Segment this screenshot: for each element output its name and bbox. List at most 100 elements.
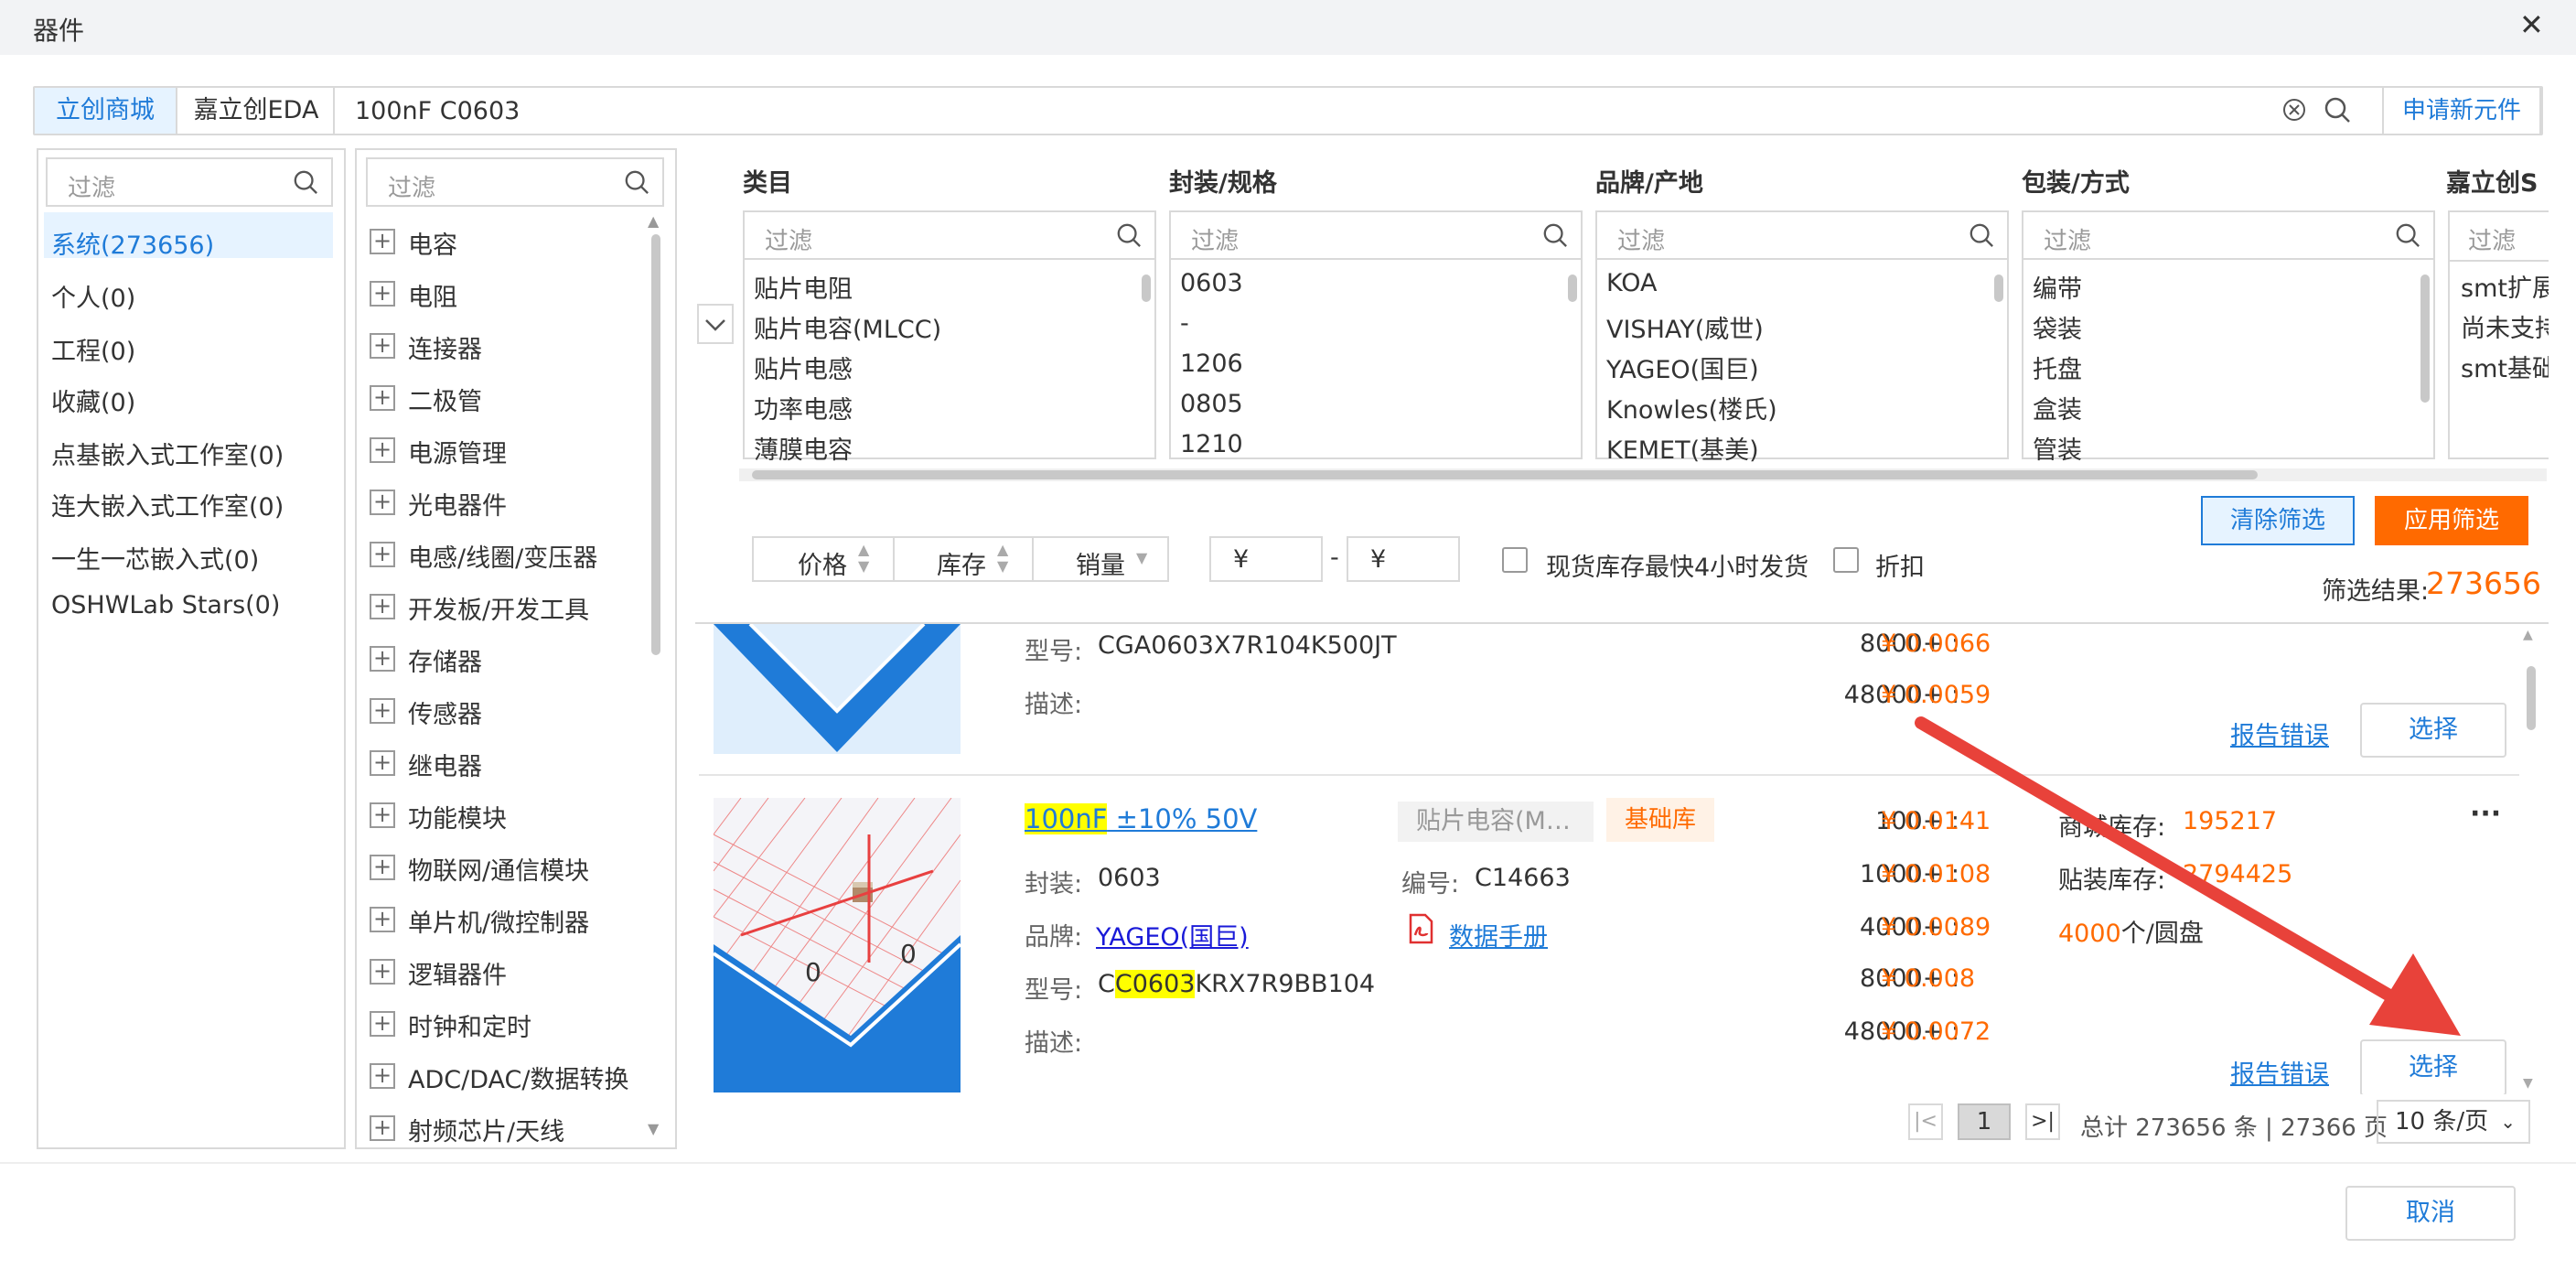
tree-item[interactable]: + 电感/线圈/变压器 [370, 534, 644, 575]
tree-item[interactable]: + 继电器 [370, 743, 644, 783]
scroll-up-icon[interactable]: ▲ [648, 212, 659, 230]
facet-scrollbar[interactable] [2420, 274, 2430, 403]
category-filter[interactable]: 过滤 [366, 157, 664, 207]
search-input[interactable]: 100nF C0603 [355, 97, 520, 125]
facet-filter[interactable]: 过滤 [2022, 210, 2435, 260]
scroll-down-icon[interactable]: ▼ [2523, 1076, 2533, 1091]
library-item[interactable]: 一生一芯嵌入式(0) [51, 540, 259, 576]
price-max-input[interactable]: ¥ [1347, 536, 1460, 582]
library-item[interactable]: 收藏(0) [51, 382, 135, 418]
tree-item[interactable]: + 电阻 [370, 274, 644, 314]
scroll-down-icon[interactable]: ▼ [648, 1120, 659, 1137]
close-icon[interactable]: ✕ [2519, 7, 2544, 42]
tree-item[interactable]: + 存储器 [370, 639, 644, 679]
tree-item[interactable]: + 单片机/微控制器 [370, 899, 644, 940]
datasheet-link[interactable]: 数据手册 [1449, 917, 1548, 952]
facet-option[interactable]: 0603 [1180, 269, 1243, 297]
clear-search-icon[interactable] [2281, 97, 2307, 123]
library-item[interactable]: 系统(273656) [51, 225, 214, 261]
tree-item[interactable]: + 电源管理 [370, 430, 644, 470]
pagination-total: 总计 273656 条 | 27366 页 [2080, 1114, 2388, 1142]
facets-hscrollbar[interactable] [752, 470, 2258, 479]
facet-filter[interactable]: 过滤 [1169, 210, 1583, 260]
facet-filter[interactable]: 过滤 [743, 210, 1156, 260]
sort-sales[interactable]: 销量 [1076, 545, 1125, 581]
tree-item[interactable]: + 连接器 [370, 326, 644, 366]
facet-option[interactable]: 0805 [1180, 390, 1243, 418]
library-item[interactable]: 工程(0) [51, 331, 135, 367]
facet-option[interactable]: 托盘 [2033, 350, 2082, 385]
page-size-select[interactable]: 10 条/页 ⌄ [2377, 1100, 2530, 1144]
facet-option[interactable]: 袋装 [2033, 309, 2082, 345]
tree-scrollbar[interactable] [651, 234, 660, 655]
facet-scrollbar[interactable] [1994, 274, 2003, 302]
tree-item[interactable]: + 时钟和定时 [370, 1004, 644, 1044]
facet-option[interactable]: 贴片电感 [754, 350, 853, 385]
price-min-input[interactable]: ¥ [1209, 536, 1323, 582]
facet-option[interactable]: KOA [1606, 269, 1657, 297]
facet-scrollbar[interactable] [1568, 274, 1577, 302]
facet-option[interactable]: 贴片电容(MLCC) [754, 309, 941, 345]
current-page[interactable]: 1 [1958, 1103, 2011, 1140]
search-icon [293, 169, 318, 201]
apply-filter-button[interactable]: 应用筛选 [2375, 496, 2528, 545]
sort-arrows-icon[interactable]: ▲ ▼ [858, 542, 869, 575]
facet-option[interactable]: 1210 [1180, 430, 1243, 458]
library-item[interactable]: 点基嵌入式工作室(0) [51, 436, 284, 471]
facet-option[interactable]: 功率电感 [754, 390, 853, 425]
tree-item[interactable]: + 二极管 [370, 378, 644, 418]
product-title[interactable]: 100nF ±10% 50V [1025, 803, 1257, 834]
tree-item[interactable]: + 物联网/通信模块 [370, 847, 644, 888]
facet-scrollbar[interactable] [1142, 274, 1151, 302]
first-page-button[interactable]: |< [1908, 1103, 1943, 1140]
stock-checkbox[interactable] [1502, 547, 1528, 573]
brand-link[interactable]: YAGEO(国巨) [1096, 917, 1249, 952]
tree-item[interactable]: + 逻辑器件 [370, 952, 644, 992]
facet-option[interactable]: YAGEO(国巨) [1606, 350, 1759, 385]
library-item[interactable]: 个人(0) [51, 278, 135, 314]
tree-item[interactable]: + 电容 [370, 221, 644, 262]
sort-stock[interactable]: 库存 [937, 545, 986, 581]
facet-option[interactable]: smt扩展 [2461, 269, 2549, 309]
facet-option[interactable]: smt基础 [2461, 350, 2549, 390]
facet-option[interactable]: 贴片电阻 [754, 269, 853, 305]
tree-item[interactable]: + 功能模块 [370, 795, 644, 835]
last-page-button[interactable]: >| [2025, 1103, 2060, 1140]
search-icon[interactable] [2324, 96, 2351, 124]
product-image[interactable] [714, 624, 961, 754]
apply-new-component-button[interactable]: 申请新元件 [2382, 86, 2541, 135]
library-filter[interactable]: 过滤 [46, 157, 333, 207]
tab-lcsc-mall[interactable]: 立创商城 [35, 88, 177, 134]
facet-option[interactable]: 编带 [2033, 269, 2082, 305]
facet-option[interactable]: Knowles(楼氏) [1606, 390, 1777, 425]
facet-option[interactable]: KEMET(基美) [1606, 430, 1759, 466]
expand-facets-button[interactable] [697, 304, 734, 344]
facet-option[interactable]: 盒装 [2033, 390, 2082, 425]
clear-filter-button[interactable]: 清除筛选 [2201, 496, 2355, 545]
library-item[interactable]: OSHWLab Stars(0) [51, 591, 280, 619]
facet-option[interactable]: 1206 [1180, 350, 1243, 378]
tab-jlc-eda[interactable]: 嘉立创EDA [179, 88, 335, 134]
tree-item[interactable]: + 传感器 [370, 691, 644, 731]
product-image[interactable]: 0 0 [714, 798, 961, 1092]
discount-checkbox[interactable] [1833, 547, 1859, 573]
library-item[interactable]: 连大嵌入式工作室(0) [51, 487, 284, 522]
report-error-link[interactable]: 报告错误 [2230, 1054, 2329, 1090]
more-options-icon[interactable]: ··· [2470, 798, 2501, 830]
sort-arrows-icon[interactable]: ▲ ▼ [997, 542, 1008, 575]
facet-filter[interactable]: 过滤 [1595, 210, 2009, 260]
facet-option[interactable]: VISHAY(威世) [1606, 309, 1764, 345]
tree-item[interactable]: + 射频芯片/天线 [370, 1108, 644, 1145]
facet-option[interactable]: 管装 [2033, 430, 2082, 466]
facet-option[interactable]: 尚未支持 [2461, 309, 2549, 350]
tree-item[interactable]: + 开发板/开发工具 [370, 587, 644, 627]
tree-item[interactable]: + ADC/DAC/数据转换 [370, 1056, 644, 1096]
sort-price[interactable]: 价格 [798, 545, 847, 581]
cancel-button[interactable]: 取消 [2345, 1186, 2516, 1241]
facet-option[interactable]: 薄膜电容 [754, 430, 853, 466]
facet-option[interactable]: - [1180, 309, 1189, 338]
sort-down-icon[interactable]: ▼ [1136, 549, 1147, 566]
scroll-up-icon[interactable]: ▲ [2523, 628, 2533, 642]
tree-item[interactable]: + 光电器件 [370, 482, 644, 522]
results-scrollbar[interactable] [2527, 666, 2536, 730]
